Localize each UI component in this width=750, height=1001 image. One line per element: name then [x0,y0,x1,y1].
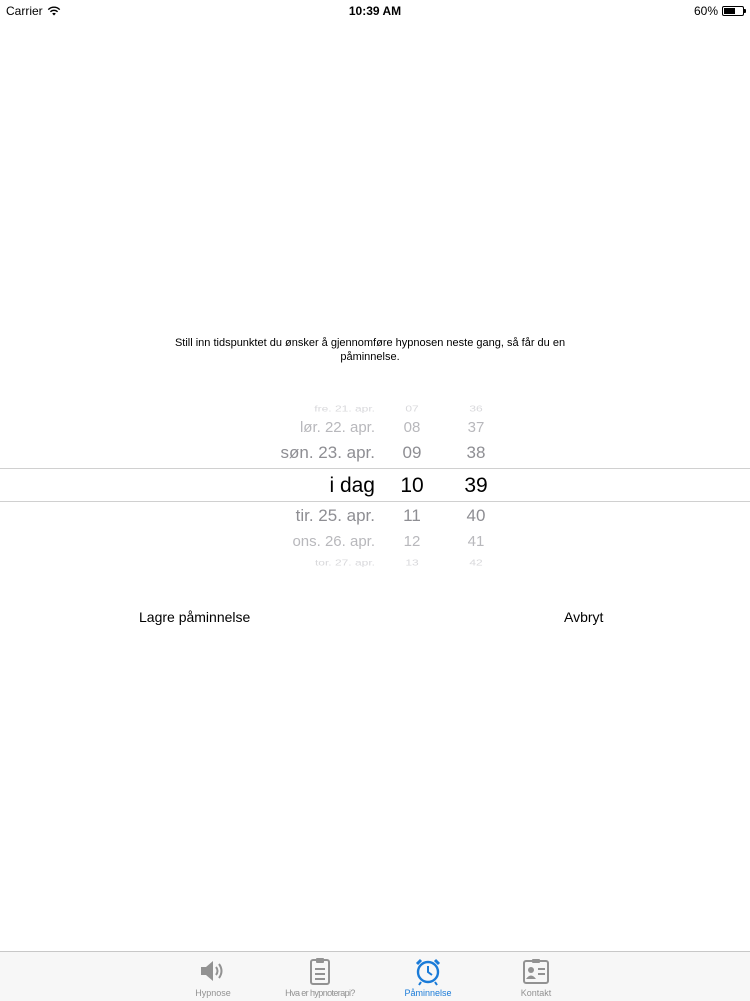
picker-hour-value: 07 [405,403,419,414]
picker-hour-value: 09 [402,443,422,462]
picker-day-value: fre. 21. apr. [314,403,375,414]
tab-label: Påminnelse [404,988,452,998]
status-time: 10:39 AM [348,4,402,18]
picker-day-value: ons. 26. apr. [292,533,375,550]
picker-row[interactable]: søn. 23. apr. 09 38 [0,442,750,468]
speaker-icon [201,961,223,981]
picker-hour-value: 10 [400,474,424,497]
picker-day-value: søn. 23. apr. [280,443,376,462]
picker-minute-value: 37 [467,419,485,436]
battery-group: 60% [693,4,746,18]
clipboard-icon [310,958,330,985]
picker-minute-value: 42 [469,557,483,568]
picker-row[interactable]: tir. 25. apr. 11 40 [0,505,750,531]
picker-selection-bottom-line [0,501,750,502]
tab-label: Kontakt [520,988,552,998]
tab-kontakt[interactable]: Kontakt [491,954,581,999]
picker-minute-value: 40 [466,506,486,525]
cancel-button[interactable]: Avbryt [564,609,603,625]
instructions-text: Still inn tidspunktet du ønsker å gjenno… [174,337,566,363]
picker-hour-value: 13 [405,557,419,568]
save-reminder-button[interactable]: Lagre påminnelse [139,609,250,625]
picker-hour-value: 12 [403,533,421,550]
date-time-picker[interactable]: fre. 21. apr. 07 36 lør. 22. apr. 08 37 søn. 2… [0,396,750,572]
alarm-clock-icon [415,958,441,986]
picker-minute-value: 38 [466,443,486,462]
tab-label: Hypnose [195,988,231,998]
picker-selection-top-line [0,468,750,469]
picker-day-value: lør. 22. apr. [299,419,375,436]
picker-row-selected[interactable]: i dag 10 39 [0,473,750,499]
battery-percent: 60% [693,4,718,18]
tab-label: Hva er hypnoterapi? [285,988,355,998]
picker-minute-value: 39 [464,474,488,497]
tab-hva-er-hypnoterapi[interactable]: Hva er hypnoterapi? [275,954,365,999]
picker-day-value: tir. 25. apr. [295,506,375,525]
picker-hour-value: 08 [403,419,421,436]
picker-row[interactable]: ons. 26. apr. 12 41 [0,532,750,558]
picker-day-value: i dag [329,474,375,497]
picker-minute-value: 41 [467,533,485,550]
picker-row[interactable]: tor. 27. apr. 13 42 [0,557,750,575]
picker-hour-value: 11 [403,506,421,525]
battery-icon [722,6,746,16]
status-bar: Carrier 10:39 AM 60% [0,0,750,20]
tab-hypnose[interactable]: Hypnose [168,954,258,999]
battery-level [724,8,735,14]
tab-paminnelse[interactable]: Påminnelse [383,954,473,999]
picker-row[interactable]: lør. 22. apr. 08 37 [0,418,750,444]
picker-day-value: tor. 27. apr. [314,557,375,568]
contact-card-icon [523,959,549,984]
picker-minute-value: 36 [469,403,483,414]
tab-bar: Hypnose Hva er hypnoterapi? Påminnelse K… [0,951,750,1001]
